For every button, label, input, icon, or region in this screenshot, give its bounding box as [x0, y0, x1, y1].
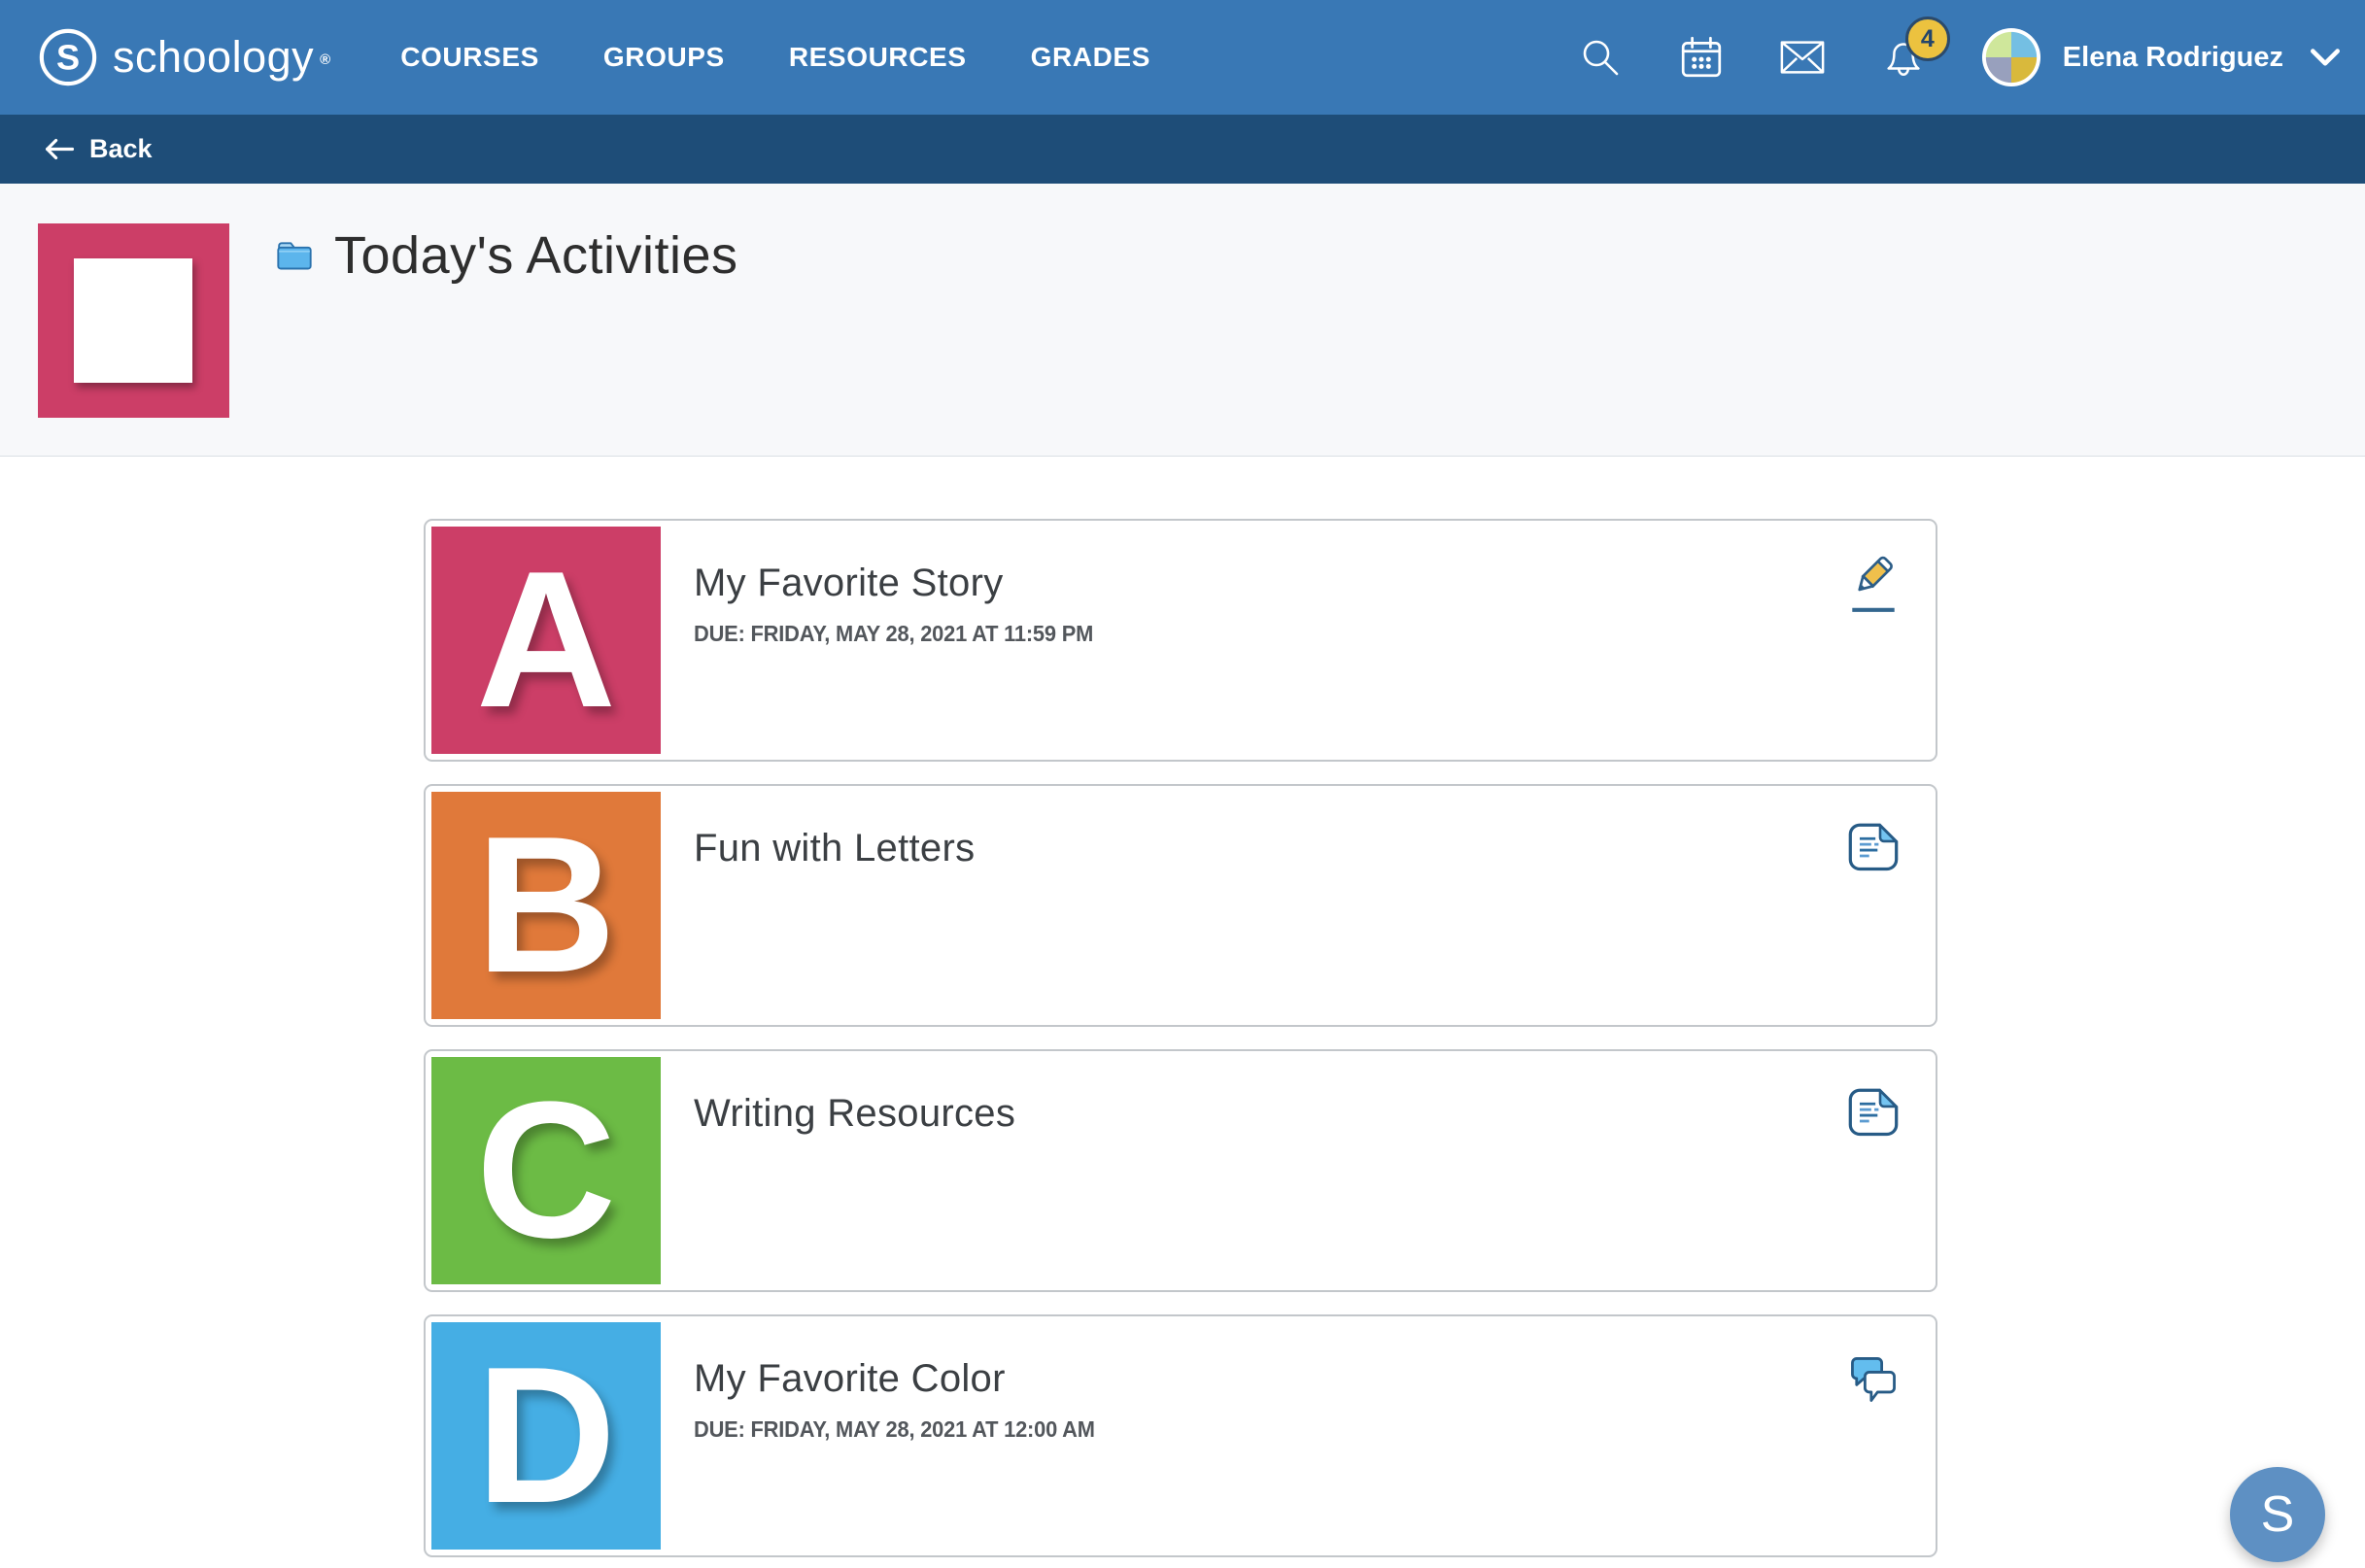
activity-due-date: DUE: FRIDAY, MAY 28, 2021 AT 12:00 AM — [694, 1416, 1095, 1443]
nav-item-resources[interactable]: RESOURCES — [789, 42, 967, 73]
folder-thumbnail-paper — [74, 258, 192, 383]
mail-icon[interactable] — [1779, 34, 1826, 81]
back-label: Back — [89, 134, 153, 164]
chevron-down-icon — [2311, 49, 2340, 67]
activity-due-date: DUE: FRIDAY, MAY 28, 2021 AT 11:59 PM — [694, 621, 1093, 647]
activity-card[interactable]: B Fun with Letters — [424, 784, 1937, 1027]
main-content: A My Favorite Story DUE: FRIDAY, MAY 28,… — [0, 457, 2365, 1557]
search-icon[interactable] — [1577, 34, 1624, 81]
document-icon — [1846, 1084, 1901, 1144]
user-name: Elena Rodriguez — [2063, 42, 2283, 74]
calendar-icon[interactable] — [1678, 34, 1725, 81]
activity-letter-tile: D — [431, 1322, 661, 1550]
activity-letter-tile: B — [431, 792, 661, 1019]
folder-icon — [276, 240, 313, 271]
activity-letter: D — [476, 1339, 616, 1533]
activity-letter: B — [476, 808, 616, 1003]
activity-card[interactable]: C Writing Resources — [424, 1049, 1937, 1292]
page-title: Today's Activities — [334, 225, 737, 286]
avatar — [1981, 27, 2041, 87]
user-menu[interactable]: Elena Rodriguez — [1981, 27, 2340, 87]
activity-list: A My Favorite Story DUE: FRIDAY, MAY 28,… — [424, 519, 1937, 1557]
activity-letter-tile: A — [431, 527, 661, 754]
activity-title[interactable]: Writing Resources — [694, 1092, 1015, 1136]
support-chat-button[interactable]: S — [2230, 1467, 2325, 1562]
activity-letter: C — [476, 1074, 616, 1268]
notification-badge: 4 — [1905, 17, 1950, 61]
discussion-icon — [1846, 1349, 1901, 1410]
pencil-icon[interactable] — [1846, 554, 1901, 614]
activity-title[interactable]: My Favorite Story — [694, 562, 1114, 605]
schoology-logo[interactable]: S schoology ® — [37, 26, 330, 88]
activity-title[interactable]: My Favorite Color — [694, 1357, 1115, 1401]
nav-item-grades[interactable]: GRADES — [1031, 42, 1150, 73]
top-navigation-bar: S schoology ® COURSES GROUPS RESOURCES G… — [0, 0, 2365, 115]
bell-icon[interactable]: 4 — [1880, 34, 1927, 81]
activity-letter: A — [476, 543, 616, 737]
back-button[interactable]: Back — [0, 115, 2365, 184]
folder-thumbnail — [38, 223, 229, 418]
registered-mark: ® — [320, 51, 330, 68]
back-arrow-icon — [43, 136, 76, 162]
activity-card[interactable]: D My Favorite Color DUE: FRIDAY, MAY 28,… — [424, 1314, 1937, 1557]
activity-title[interactable]: Fun with Letters — [694, 827, 975, 870]
nav-item-courses[interactable]: COURSES — [400, 42, 539, 73]
document-icon — [1846, 819, 1901, 879]
nav-item-groups[interactable]: GROUPS — [603, 42, 725, 73]
nav-right-cluster: 4 Elena Rodriguez — [1577, 27, 2340, 87]
activity-letter-tile: C — [431, 1057, 661, 1284]
page-header: Today's Activities — [0, 184, 2365, 457]
svg-text:S: S — [56, 38, 80, 78]
schoology-s-icon: S — [37, 26, 99, 88]
activity-card[interactable]: A My Favorite Story DUE: FRIDAY, MAY 28,… — [424, 519, 1937, 762]
brand-wordmark: schoology — [113, 32, 314, 83]
primary-nav: COURSES GROUPS RESOURCES GRADES — [400, 42, 1150, 73]
support-chat-label: S — [2261, 1485, 2295, 1544]
